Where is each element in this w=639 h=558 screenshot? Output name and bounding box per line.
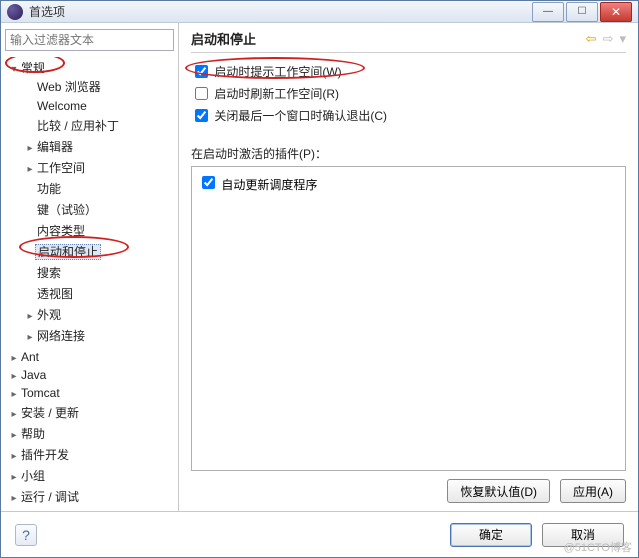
chevron-right-icon[interactable] xyxy=(25,332,35,343)
tree-item-workspace[interactable]: 工作空间 xyxy=(25,157,174,178)
preference-tree[interactable]: 常规 Web 浏览器 Welcome 比较 / 应用补丁 编辑器 工作空间 功能… xyxy=(5,57,174,507)
tree-item-plugin-dev[interactable]: 插件开发 xyxy=(9,444,174,465)
plugins-label: 在启动时激活的插件(P)： xyxy=(191,145,626,162)
apply-button[interactable]: 应用(A) xyxy=(560,479,626,503)
tree-item-content-types[interactable]: 内容类型 xyxy=(25,220,174,241)
eclipse-icon xyxy=(7,4,23,20)
chevron-right-icon[interactable] xyxy=(9,371,19,382)
close-button[interactable]: ✕ xyxy=(600,2,632,22)
restore-defaults-button[interactable]: 恢复默认值(D) xyxy=(447,479,550,503)
menu-icon[interactable]: ▾ xyxy=(619,31,626,47)
check-prompt-workspace[interactable]: 启动时提示工作空间(W) xyxy=(191,61,626,83)
tree-item-network[interactable]: 网络连接 xyxy=(25,325,174,346)
plugins-box: 自动更新调度程序 xyxy=(191,166,626,471)
tree-item-editor[interactable]: 编辑器 xyxy=(25,136,174,157)
tree-item-keys[interactable]: 键（试验） xyxy=(25,199,174,220)
check-confirm-exit[interactable]: 关闭最后一个窗口时确认退出(C) xyxy=(191,105,626,127)
chevron-right-icon[interactable] xyxy=(25,311,35,322)
tree-item-welcome[interactable]: Welcome xyxy=(25,97,174,115)
chevron-down-icon[interactable] xyxy=(9,64,19,75)
ok-button[interactable]: 确定 xyxy=(450,523,532,547)
tree-item-compare-patch[interactable]: 比较 / 应用补丁 xyxy=(25,115,174,136)
cancel-button[interactable]: 取消 xyxy=(542,523,624,547)
chevron-right-icon[interactable] xyxy=(9,493,19,504)
tree-item-install-update[interactable]: 安装 / 更新 xyxy=(9,402,174,423)
tree-item-run-debug[interactable]: 运行 / 调试 xyxy=(9,486,174,507)
help-icon[interactable]: ? xyxy=(15,524,37,546)
minimize-button[interactable]: — xyxy=(532,2,564,22)
chevron-right-icon[interactable] xyxy=(9,389,19,400)
tree-item-general[interactable]: 常规 Web 浏览器 Welcome 比较 / 应用补丁 编辑器 工作空间 功能… xyxy=(9,57,174,348)
chevron-right-icon[interactable] xyxy=(9,409,19,420)
tree-item-help[interactable]: 帮助 xyxy=(9,423,174,444)
preferences-window: 首选项 — ☐ ✕ 常规 Web 浏览器 Welcome xyxy=(0,0,639,558)
chevron-right-icon[interactable] xyxy=(9,353,19,364)
tree-item-tomcat[interactable]: Tomcat xyxy=(9,384,174,402)
tree-item-web-browser[interactable]: Web 浏览器 xyxy=(25,76,174,97)
chevron-right-icon[interactable] xyxy=(9,451,19,462)
chevron-right-icon[interactable] xyxy=(25,143,35,154)
check-refresh-workspace[interactable]: 启动时刷新工作空间(R) xyxy=(191,83,626,105)
tree-item-appearance[interactable]: 外观 xyxy=(25,304,174,325)
forward-icon[interactable]: ⇨ xyxy=(603,31,614,47)
chevron-right-icon[interactable] xyxy=(25,164,35,175)
content-pane: 启动和停止 ⇦ ⇨ ▾ 启动时提示工作空间(W) 启动时刷新工作空间(R) 关闭… xyxy=(179,23,638,511)
tree-item-perspectives[interactable]: 透视图 xyxy=(25,283,174,304)
footer: ? 确定 取消 xyxy=(1,511,638,557)
tree-item-ant[interactable]: Ant xyxy=(9,348,174,366)
tree-item-function[interactable]: 功能 xyxy=(25,178,174,199)
chevron-right-icon[interactable] xyxy=(9,430,19,441)
chevron-right-icon[interactable] xyxy=(9,472,19,483)
window-title: 首选项 xyxy=(29,3,532,20)
back-icon[interactable]: ⇦ xyxy=(586,31,597,47)
tree-item-java[interactable]: Java xyxy=(9,366,174,384)
tree-item-startup-shutdown[interactable]: 启动和停止 xyxy=(25,241,174,262)
page-title: 启动和停止 xyxy=(191,29,586,48)
filter-input[interactable] xyxy=(5,29,174,51)
plugin-auto-update[interactable]: 自动更新调度程序 xyxy=(198,173,619,193)
tree-item-team[interactable]: 小组 xyxy=(9,465,174,486)
sidebar: 常规 Web 浏览器 Welcome 比较 / 应用补丁 编辑器 工作空间 功能… xyxy=(1,23,179,511)
titlebar[interactable]: 首选项 — ☐ ✕ xyxy=(1,1,638,23)
maximize-button[interactable]: ☐ xyxy=(566,2,598,22)
tree-item-search[interactable]: 搜索 xyxy=(25,262,174,283)
